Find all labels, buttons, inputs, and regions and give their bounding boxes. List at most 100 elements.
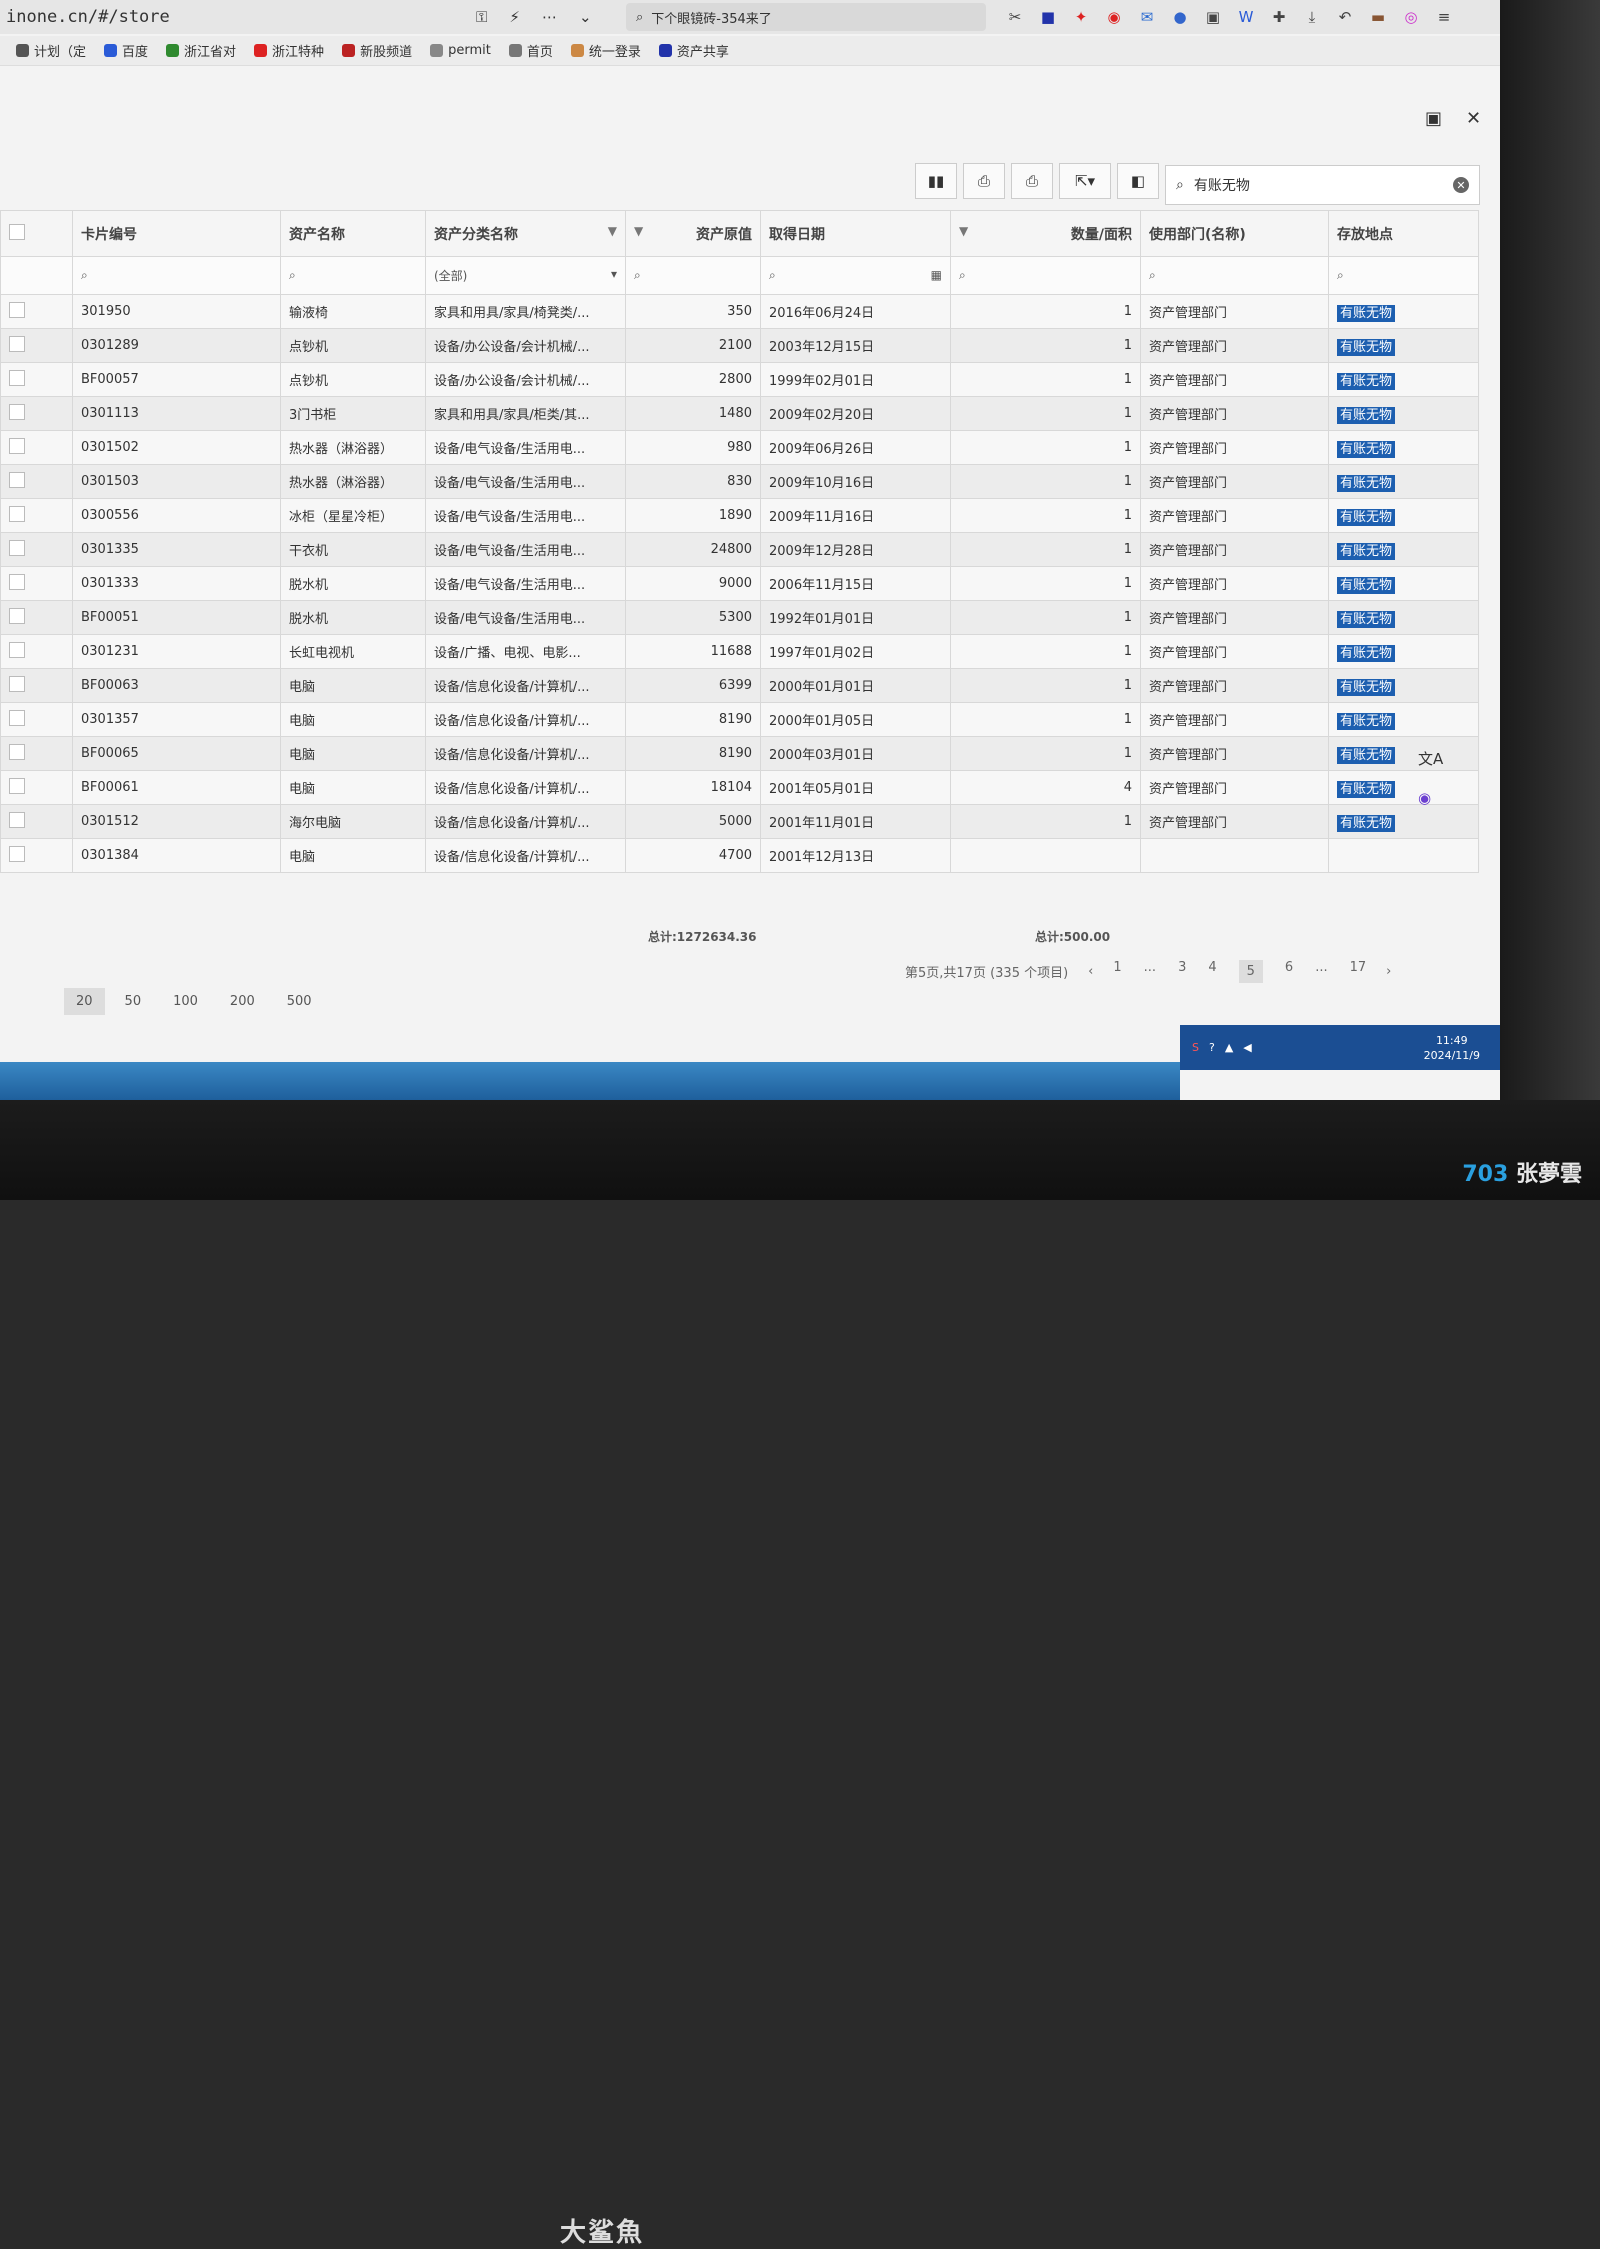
filter-icon[interactable]: ▼ xyxy=(634,224,643,244)
table-row[interactable]: BF00061 电脑 设备/信息化设备/计算机/... 18104 2001年05月01… xyxy=(0,770,1479,805)
print-button[interactable]: ⎙ xyxy=(963,163,1005,199)
col-location[interactable]: 存放地点 xyxy=(1328,210,1479,257)
bookmark-item[interactable]: 资产共享 xyxy=(658,41,729,60)
row-checkbox[interactable] xyxy=(9,369,25,386)
table-row[interactable]: 0300556 冰柜（星星冷柜） 设备/电气设备/生活用电... 1890 2009年1… xyxy=(0,498,1479,533)
calendar-icon[interactable]: ▦ xyxy=(931,268,942,283)
page-size-option[interactable]: 500 xyxy=(275,988,324,1015)
col-asset-name[interactable]: 资产名称 xyxy=(280,210,426,257)
url-text[interactable]: inone.cn/#/store xyxy=(6,7,476,27)
help-icon[interactable]: ? xyxy=(1209,1041,1215,1054)
page-size-option[interactable]: 20 xyxy=(64,988,105,1015)
menu-icon[interactable]: ≡ xyxy=(1435,8,1453,26)
row-checkbox[interactable] xyxy=(9,675,25,692)
col-dept[interactable]: 使用部门(名称) xyxy=(1140,210,1329,257)
search-input[interactable] xyxy=(1193,177,1443,193)
omnibox[interactable]: ⌕ 下个眼镜砖-354来了 xyxy=(626,3,986,31)
table-row[interactable]: 0301384 电脑 设备/信息化设备/计算机/... 4700 2001年12月13日 xyxy=(0,838,1479,873)
page-size-option[interactable]: 100 xyxy=(161,988,210,1015)
key-icon[interactable]: ⚿ xyxy=(476,8,487,26)
page-size-option[interactable]: 50 xyxy=(113,988,154,1015)
table-row[interactable]: 0301335 干衣机 设备/电气设备/生活用电... 24800 2009年12月28… xyxy=(0,532,1479,567)
bookmark-item[interactable]: 浙江省对 xyxy=(166,41,236,60)
assistant-icon[interactable]: ◉ xyxy=(1418,789,1443,807)
pager-page[interactable]: 6 xyxy=(1285,960,1293,983)
col-category[interactable]: 资产分类名称 ▼ xyxy=(425,210,626,257)
word-icon[interactable]: W xyxy=(1237,8,1255,26)
table-row[interactable]: 0301289 点钞机 设备/办公设备/会计机械/... 2100 2003年12月15… xyxy=(0,328,1479,363)
filter-date[interactable]: ⌕ ▦ xyxy=(760,256,951,295)
scissors-icon[interactable]: ✂ xyxy=(1006,8,1024,26)
filter-location[interactable]: ⌕ xyxy=(1328,256,1479,295)
row-checkbox[interactable] xyxy=(9,471,25,488)
maximize-icon[interactable]: ▣ xyxy=(1425,108,1442,129)
row-checkbox[interactable] xyxy=(9,403,25,420)
clear-search-icon[interactable]: ✕ xyxy=(1453,177,1469,193)
print-preview-button[interactable]: ⎙ xyxy=(1011,163,1053,199)
table-row[interactable]: BF00057 点钞机 设备/办公设备/会计机械/... 2800 1999年02月01… xyxy=(0,362,1479,397)
row-checkbox[interactable] xyxy=(9,539,25,556)
bookmark-item[interactable]: 新股频道 xyxy=(342,41,412,60)
network-icon[interactable]: ▲ xyxy=(1225,1041,1233,1054)
filter-icon[interactable]: ▼ xyxy=(959,224,968,244)
table-row[interactable]: 0301512 海尔电脑 设备/信息化设备/计算机/... 5000 2001年11月0… xyxy=(0,804,1479,839)
bookmark-item[interactable]: 浙江特种 xyxy=(254,41,324,60)
row-checkbox[interactable] xyxy=(9,777,25,794)
table-row[interactable]: 0301502 热水器（淋浴器） 设备/电气设备/生活用电... 980 2009年06… xyxy=(0,430,1479,465)
row-checkbox[interactable] xyxy=(9,811,25,828)
bolt-icon[interactable]: ⚡ xyxy=(509,8,520,26)
bookmark-item[interactable]: 统一登录 xyxy=(570,41,641,60)
row-checkbox[interactable] xyxy=(9,573,25,590)
table-row[interactable]: 301950 输液椅 家具和用具/家具/椅凳类/... 350 2016年06月24日 1… xyxy=(0,294,1479,329)
bookmark-item[interactable]: 百度 xyxy=(104,41,148,60)
translate-icon[interactable]: 文A xyxy=(1418,748,1443,769)
mail-icon[interactable]: ✉ xyxy=(1138,8,1156,26)
row-checkbox[interactable] xyxy=(9,437,25,454)
column-chooser-button[interactable]: ◧ xyxy=(1117,163,1159,199)
profile-icon[interactable]: ◎ xyxy=(1402,8,1420,26)
row-checkbox[interactable] xyxy=(9,641,25,658)
close-icon[interactable]: ✕ xyxy=(1466,108,1481,129)
filter-card-no[interactable]: ⌕ xyxy=(72,256,281,295)
prev-page-icon[interactable]: ‹ xyxy=(1088,964,1093,979)
table-row[interactable]: BF00065 电脑 设备/信息化设备/计算机/... 8190 2000年03月01日… xyxy=(0,736,1479,771)
col-card-no[interactable]: 卡片编号 xyxy=(72,210,281,257)
bot-icon[interactable]: ● xyxy=(1171,8,1189,26)
row-checkbox[interactable] xyxy=(9,335,25,352)
pager-page[interactable]: 3 xyxy=(1178,960,1186,983)
filter-asset-name[interactable]: ⌕ xyxy=(280,256,426,295)
row-checkbox[interactable] xyxy=(9,709,25,726)
filter-qty[interactable]: ⌕ xyxy=(950,256,1141,295)
chart-button[interactable]: ▮▮ xyxy=(915,163,957,199)
next-page-icon[interactable]: › xyxy=(1386,964,1391,979)
puzzle-icon[interactable]: ✚ xyxy=(1270,8,1288,26)
chevron-down-icon[interactable]: ⌄ xyxy=(579,8,592,26)
pager-page[interactable]: 17 xyxy=(1350,960,1367,983)
volume-icon[interactable]: ◀ xyxy=(1243,1041,1251,1054)
table-row[interactable]: 0301357 电脑 设备/信息化设备/计算机/... 8190 2000年01月05日… xyxy=(0,702,1479,737)
notes-icon[interactable]: ▣ xyxy=(1204,8,1222,26)
clock[interactable]: 11:49 2024/11/9 xyxy=(1424,1033,1480,1063)
row-checkbox[interactable] xyxy=(9,743,25,760)
col-date[interactable]: 取得日期 xyxy=(760,210,951,257)
table-row[interactable]: BF00063 电脑 设备/信息化设备/计算机/... 6399 2000年01月01日… xyxy=(0,668,1479,703)
page-size-option[interactable]: 200 xyxy=(218,988,267,1015)
select-all-checkbox[interactable] xyxy=(9,223,25,240)
bookmark-item[interactable]: 首页 xyxy=(508,41,553,60)
pager-page[interactable]: 4 xyxy=(1208,960,1216,983)
download-icon[interactable]: ⤓ xyxy=(1303,8,1321,26)
table-row[interactable]: 0301231 长虹电视机 设备/广播、电视、电影... 11688 1997年01月0… xyxy=(0,634,1479,669)
game-icon[interactable]: ✦ xyxy=(1072,8,1090,26)
filter-dept[interactable]: ⌕ xyxy=(1140,256,1329,295)
row-checkbox[interactable] xyxy=(9,301,25,318)
export-button[interactable]: ⇱▾ xyxy=(1059,163,1111,199)
bag-icon[interactable]: ▬ xyxy=(1369,8,1387,26)
bookmark-item[interactable]: permit xyxy=(430,43,491,58)
filter-category-select[interactable]: (全部) ▾ xyxy=(425,256,626,295)
col-qty[interactable]: ▼ 数量/面积 xyxy=(950,210,1141,257)
table-row[interactable]: 0301503 热水器（淋浴器） 设备/电气设备/生活用电... 830 2009年10… xyxy=(0,464,1479,499)
extension-icon[interactable]: ■ xyxy=(1039,8,1057,26)
row-checkbox[interactable] xyxy=(9,505,25,522)
more-icon[interactable]: ⋯ xyxy=(542,8,557,26)
filter-icon[interactable]: ▼ xyxy=(608,224,617,244)
